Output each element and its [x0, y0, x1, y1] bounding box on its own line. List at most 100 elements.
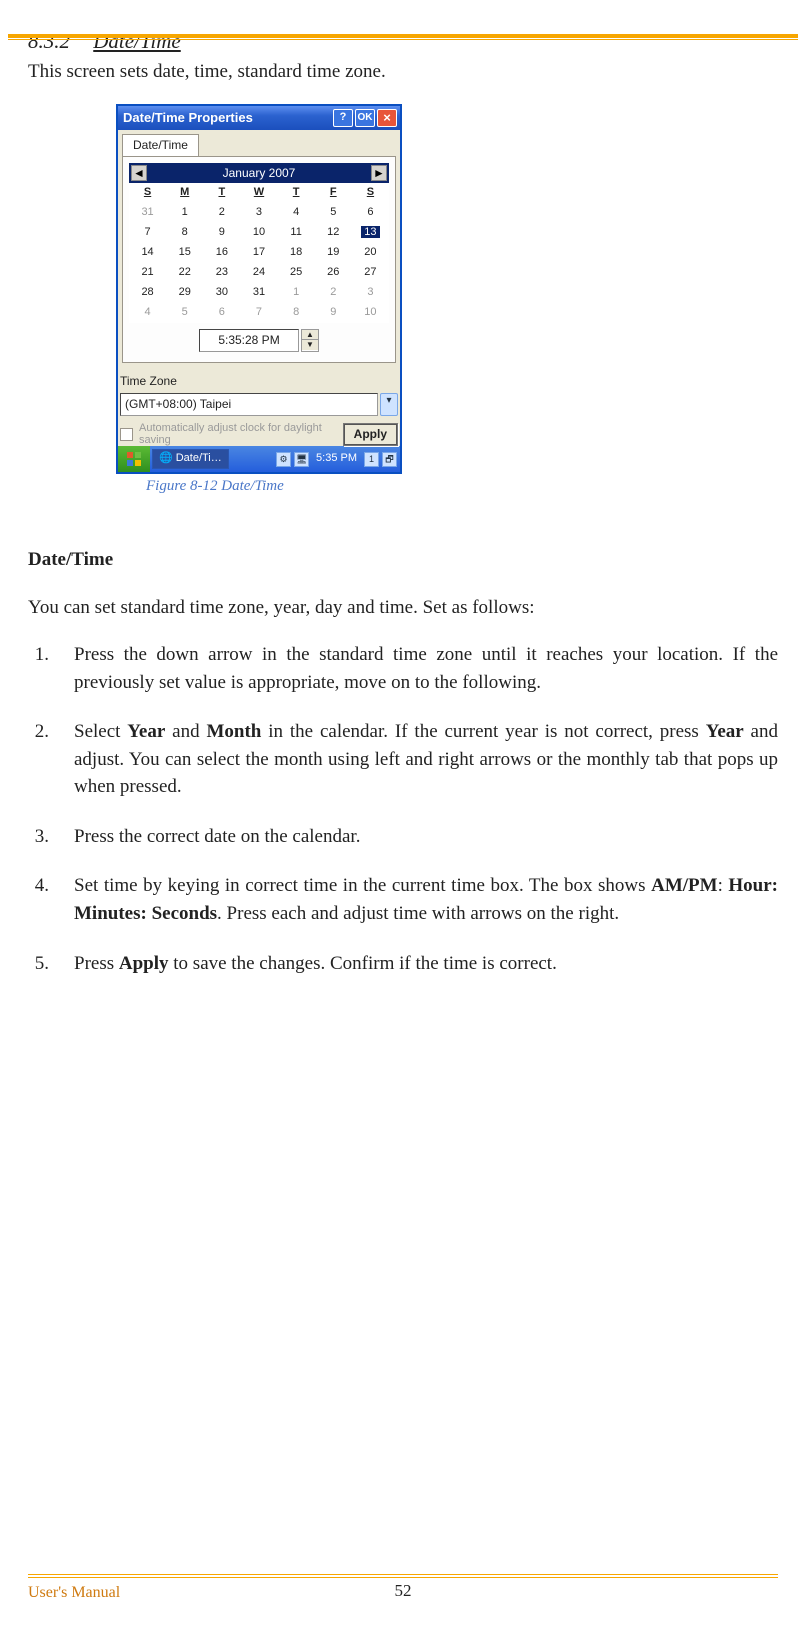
calendar-day[interactable]: 8	[166, 223, 203, 243]
calendar-day[interactable]: 16	[203, 243, 240, 263]
dow-fri: F	[315, 183, 352, 203]
calendar-day[interactable]: 5	[315, 203, 352, 223]
calendar-day[interactable]: 26	[315, 263, 352, 283]
datetime-panel: ◄ January 2007 ► S M T W T F S 31 1 2	[122, 156, 396, 363]
calendar-day[interactable]: 6	[203, 303, 240, 323]
calendar-day[interactable]: 5	[166, 303, 203, 323]
titlebar: Date/Time Properties ? OK ×	[118, 106, 400, 130]
section-number: 8.3.2	[28, 29, 70, 53]
dow-sun: S	[129, 183, 166, 203]
tab-datetime[interactable]: Date/Time	[122, 134, 199, 156]
calendar-day[interactable]: 3	[240, 203, 277, 223]
list-item: Press the down arrow in the standard tim…	[68, 641, 778, 696]
calendar-day[interactable]: 31	[129, 203, 166, 223]
taskbar-item-label: Date/Ti…	[176, 451, 222, 467]
next-month-button[interactable]: ►	[371, 165, 387, 181]
dow-sat: S	[352, 183, 389, 203]
close-button[interactable]: ×	[377, 109, 397, 127]
calendar-day[interactable]: 18	[278, 243, 315, 263]
calendar-day[interactable]: 19	[315, 243, 352, 263]
calendar-day[interactable]: 23	[203, 263, 240, 283]
calendar-day[interactable]: 17	[240, 243, 277, 263]
chevron-down-icon[interactable]: ▾	[380, 393, 398, 416]
timezone-select[interactable]: (GMT+08:00) Taipei	[120, 393, 378, 416]
month-bar: ◄ January 2007 ►	[129, 163, 389, 183]
calendar-day[interactable]: 8	[278, 303, 315, 323]
system-tray: ⚙ 🖥 5:35 PM 1 🗗	[276, 451, 400, 467]
calendar-day[interactable]: 22	[166, 263, 203, 283]
time-input[interactable]: 5:35:28 PM	[199, 329, 299, 352]
dow-thu: T	[278, 183, 315, 203]
apply-button[interactable]: Apply	[343, 423, 398, 446]
spin-up-button[interactable]: ▲	[302, 330, 318, 340]
calendar-day[interactable]: 31	[240, 283, 277, 303]
calendar-day[interactable]: 3	[352, 283, 389, 303]
prev-month-button[interactable]: ◄	[131, 165, 147, 181]
tray-icon[interactable]: 🖥	[294, 452, 309, 467]
tray-clock[interactable]: 5:35 PM	[312, 451, 361, 467]
calendar-day[interactable]: 6	[352, 203, 389, 223]
list-item: Press Apply to save the changes. Confirm…	[68, 950, 778, 978]
calendar-day[interactable]: 12	[315, 223, 352, 243]
calendar-day[interactable]: 1	[278, 283, 315, 303]
steps-list: Press the down arrow in the standard tim…	[28, 641, 778, 977]
calendar-day-selected[interactable]: 13	[352, 223, 389, 243]
start-button[interactable]	[118, 446, 150, 472]
table-row: 21 22 23 24 25 26 27	[129, 263, 389, 283]
dialog-title: Date/Time Properties	[121, 109, 331, 128]
list-item: Select Year and Month in the calendar. I…	[68, 718, 778, 801]
dow-mon: M	[166, 183, 203, 203]
calendar-day[interactable]: 27	[352, 263, 389, 283]
table-row: 4 5 6 7 8 9 10	[129, 303, 389, 323]
calendar-day[interactable]: 24	[240, 263, 277, 283]
calendar-day[interactable]: 2	[315, 283, 352, 303]
spin-down-button[interactable]: ▼	[302, 340, 318, 350]
taskbar: 🌐 Date/Ti… ⚙ 🖥 5:35 PM 1 🗗	[118, 446, 400, 472]
list-item: Press the correct date on the calendar.	[68, 823, 778, 851]
calendar-day[interactable]: 4	[278, 203, 315, 223]
help-button[interactable]: ?	[333, 109, 353, 127]
taskbar-item-datetime[interactable]: 🌐 Date/Ti…	[152, 449, 229, 469]
subsection-heading: Date/Time	[28, 546, 778, 574]
timezone-row: (GMT+08:00) Taipei ▾	[120, 393, 398, 416]
ok-button[interactable]: OK	[355, 109, 375, 127]
calendar-day[interactable]: 7	[240, 303, 277, 323]
calendar-day[interactable]: 9	[203, 223, 240, 243]
table-row: 31 1 2 3 4 5 6	[129, 203, 389, 223]
calendar-day[interactable]: 21	[129, 263, 166, 283]
time-box: 5:35:28 PM ▲ ▼	[129, 329, 389, 352]
top-rule	[8, 34, 798, 38]
calendar-day[interactable]: 29	[166, 283, 203, 303]
calendar-day[interactable]: 25	[278, 263, 315, 283]
calendar-day[interactable]: 30	[203, 283, 240, 303]
tray-badge[interactable]: 1	[364, 452, 379, 467]
calendar-day[interactable]: 14	[129, 243, 166, 263]
calendar-day[interactable]: 28	[129, 283, 166, 303]
calendar-day[interactable]: 15	[166, 243, 203, 263]
figure-caption: Figure 8-12 Date/Time	[146, 476, 404, 498]
datetime-dialog: Date/Time Properties ? OK × Date/Time ◄ …	[116, 104, 402, 474]
time-spinner: ▲ ▼	[301, 329, 319, 352]
calendar-day[interactable]: 10	[240, 223, 277, 243]
calendar-day[interactable]: 20	[352, 243, 389, 263]
dst-checkbox[interactable]	[120, 428, 133, 441]
calendar-grid: S M T W T F S 31 1 2 3 4 5 6	[129, 183, 389, 323]
globe-icon: 🌐	[159, 451, 173, 467]
list-item: Set time by keying in correct time in th…	[68, 872, 778, 927]
calendar-day[interactable]: 7	[129, 223, 166, 243]
windows-logo-icon	[126, 451, 142, 467]
footer-page-number: 52	[0, 1579, 806, 1604]
calendar-day[interactable]: 2	[203, 203, 240, 223]
dow-tue: T	[203, 183, 240, 203]
calendar-header: S M T W T F S	[129, 183, 389, 203]
calendar-day[interactable]: 4	[129, 303, 166, 323]
tray-icon[interactable]: 🗗	[382, 452, 397, 467]
month-label[interactable]: January 2007	[223, 165, 296, 182]
figure: Date/Time Properties ? OK × Date/Time ◄ …	[116, 104, 404, 498]
calendar-day[interactable]: 10	[352, 303, 389, 323]
tray-icon[interactable]: ⚙	[276, 452, 291, 467]
calendar-day[interactable]: 1	[166, 203, 203, 223]
dow-wed: W	[240, 183, 277, 203]
calendar-day[interactable]: 9	[315, 303, 352, 323]
calendar-day[interactable]: 11	[278, 223, 315, 243]
